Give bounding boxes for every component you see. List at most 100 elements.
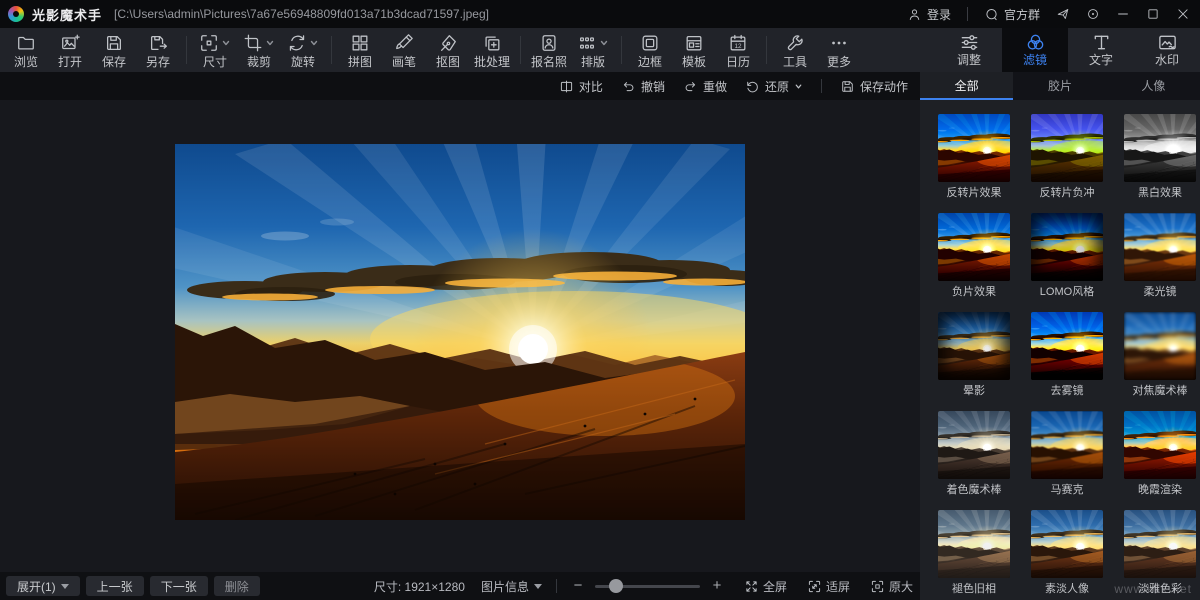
zoom-in-button[interactable]: + [710,579,724,593]
toolbar-button-rotate[interactable]: 旋转 [281,28,325,72]
toolbar-label: 尺寸 [203,55,227,70]
filter-item[interactable]: 去雾镜 [1031,312,1103,398]
toolbar-button-save[interactable]: 保存 [92,28,136,72]
share-button[interactable] [1056,7,1070,21]
fullscreen-button[interactable]: 全屏 [744,578,787,595]
toolbar-button-tools[interactable]: 工具 [773,28,817,72]
prev-image-button[interactable]: 上一张 [86,576,144,596]
minimize-button[interactable] [1116,7,1130,21]
toolbar-label: 拼图 [348,55,372,70]
filter-thumbnail[interactable] [1124,213,1196,281]
right-panel-tabs: 调整滤镜文字水印 [936,28,1200,72]
toolbar-button-layout[interactable]: 排版 [571,28,615,72]
filter-item[interactable]: 晚霞渲染 [1124,411,1196,497]
delete-button[interactable]: 删除 [214,576,260,596]
toolbar-label: 批处理 [474,55,510,70]
filter-item[interactable]: 反转片负冲 [1031,114,1103,200]
folder-icon [16,33,36,53]
filter-thumbnail[interactable] [1124,312,1196,380]
toolbar-button-image-open[interactable]: 打开 [48,28,92,72]
action-bar: 对比 撤销 重做 还原 保存动作 [0,72,920,100]
filter-item[interactable]: 褪色旧相 [938,510,1010,596]
filter-item[interactable]: 负片效果 [938,213,1010,299]
filter-item[interactable]: 晕影 [938,312,1010,398]
save-action-button[interactable]: 保存动作 [840,78,908,95]
filter-thumbnail[interactable] [938,312,1010,380]
settings-button[interactable] [1086,7,1100,21]
undo-icon [621,79,636,94]
chevron-down-icon[interactable] [794,82,803,91]
filter-item[interactable]: 素淡人像 [1031,510,1103,596]
redo-button[interactable]: 重做 [683,78,727,95]
filter-name: 素淡人像 [1031,583,1103,596]
layout-icon [577,33,597,53]
toolbar-label: 边框 [638,55,662,70]
filter-tab-人像[interactable]: 人像 [1107,72,1200,100]
restore-button[interactable]: 还原 [745,78,803,95]
zoom-slider-knob[interactable] [609,579,623,593]
toolbar-button-more[interactable]: 更多 [817,28,861,72]
zoom-slider[interactable] [595,585,700,588]
filter-thumbnail[interactable] [1124,510,1196,578]
action-label: 撤销 [641,78,665,95]
filter-thumbnail[interactable] [938,114,1010,182]
filter-thumbnail[interactable] [1031,411,1103,479]
filter-item[interactable]: LOMO风格 [1031,213,1103,299]
filter-tab-胶片[interactable]: 胶片 [1013,72,1106,100]
close-button[interactable] [1176,7,1190,21]
tab-watermark[interactable]: 水印 [1134,28,1200,72]
filter-item[interactable]: 着色魔术棒 [938,411,1010,497]
toolbar-button-folder[interactable]: 浏览 [4,28,48,72]
filter-item[interactable]: 柔光镜 [1124,213,1196,299]
filter-thumbnail[interactable] [938,411,1010,479]
maximize-button[interactable] [1146,7,1160,21]
filter-thumbnail[interactable] [938,510,1010,578]
filter-thumbnail[interactable] [1031,114,1103,182]
official-group-button[interactable]: 官方群 [984,6,1040,23]
toolbar-label: 报名照 [531,55,567,70]
zoom-out-button[interactable]: − [571,579,585,593]
tab-filter-circles[interactable]: 滤镜 [1002,28,1068,72]
filter-thumbnail[interactable] [1031,213,1103,281]
chevron-down-icon[interactable] [265,38,275,48]
filter-thumbnail[interactable] [1124,114,1196,182]
toolbar-button-border[interactable]: 边框 [628,28,672,72]
toolbar-button-collage[interactable]: 拼图 [338,28,382,72]
toolbar-button-crop[interactable]: 裁剪 [237,28,281,72]
original-size-button[interactable]: 原大 [870,578,913,595]
filter-item[interactable]: 反转片效果 [938,114,1010,200]
toolbar-label: 浏览 [14,55,38,70]
filter-item[interactable]: 黑白效果 [1124,114,1196,200]
chevron-down-icon[interactable] [221,38,231,48]
filter-thumbnail[interactable] [938,213,1010,281]
toolbar-button-save-as[interactable]: 另存 [136,28,180,72]
filter-item[interactable]: 对焦魔术棒 [1124,312,1196,398]
toolbar-button-id-photo[interactable]: 报名照 [527,28,571,72]
toolbar-button-template[interactable]: 模板 [672,28,716,72]
filter-thumbnail[interactable] [1031,312,1103,380]
filter-tab-全部[interactable]: 全部 [920,72,1013,100]
filter-thumbnail[interactable] [1031,510,1103,578]
filter-thumbnail[interactable] [1124,411,1196,479]
toolbar-button-resize[interactable]: 尺寸 [193,28,237,72]
fit-screen-button[interactable]: 适屏 [807,578,850,595]
toolbar-label: 画笔 [392,55,416,70]
tab-adjust[interactable]: 调整 [936,28,1002,72]
size-value: 1921×1280 [405,580,465,594]
toolbar-button-brush[interactable]: 画笔 [382,28,426,72]
filter-item[interactable]: 淡雅色彩 [1124,510,1196,596]
compare-icon [559,79,574,94]
image-info-dropdown[interactable]: 图片信息 [481,578,542,595]
expand-button[interactable]: 展开(1) [6,576,80,596]
toolbar-button-batch[interactable]: 批处理 [470,28,514,72]
toolbar-button-calendar[interactable]: 12日历 [716,28,760,72]
undo-button[interactable]: 撤销 [621,78,665,95]
compare-button[interactable]: 对比 [559,78,603,95]
chevron-down-icon[interactable] [309,38,319,48]
toolbar-button-pen[interactable]: 抠图 [426,28,470,72]
tab-text-tool[interactable]: 文字 [1068,28,1134,72]
next-image-button[interactable]: 下一张 [150,576,208,596]
filter-item[interactable]: 马赛克 [1031,411,1103,497]
chevron-down-icon[interactable] [599,38,609,48]
login-button[interactable]: 登录 [907,6,951,23]
